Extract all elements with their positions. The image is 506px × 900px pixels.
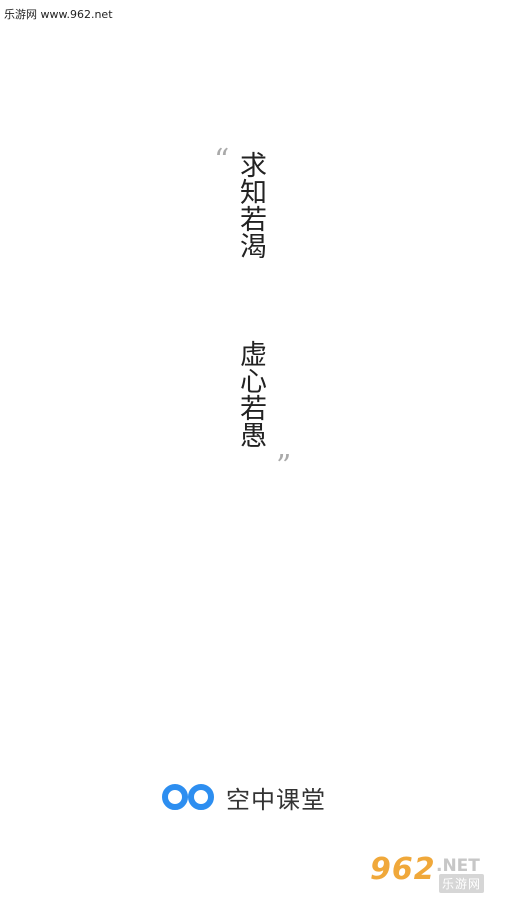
open-quote-mark: “: [214, 143, 230, 178]
close-quote-mark: ”: [276, 449, 292, 484]
badge-suffix: .NET: [436, 856, 480, 876]
double-ring-logo-icon: [162, 784, 214, 810]
app-name: 空中课堂: [226, 785, 326, 814]
site-badge-logo: 962 .NET 乐游网: [366, 852, 498, 894]
quote-line-2: 虚心若愚: [235, 340, 266, 448]
quote-line-1: 求知若渴: [235, 151, 266, 259]
badge-cn-name: 乐游网: [439, 874, 485, 893]
app-brand: 空中课堂: [162, 780, 326, 814]
badge-number: 962: [370, 852, 436, 887]
splash-quote: “ 求知若渴 虚心若愚 ”: [0, 0, 506, 900]
